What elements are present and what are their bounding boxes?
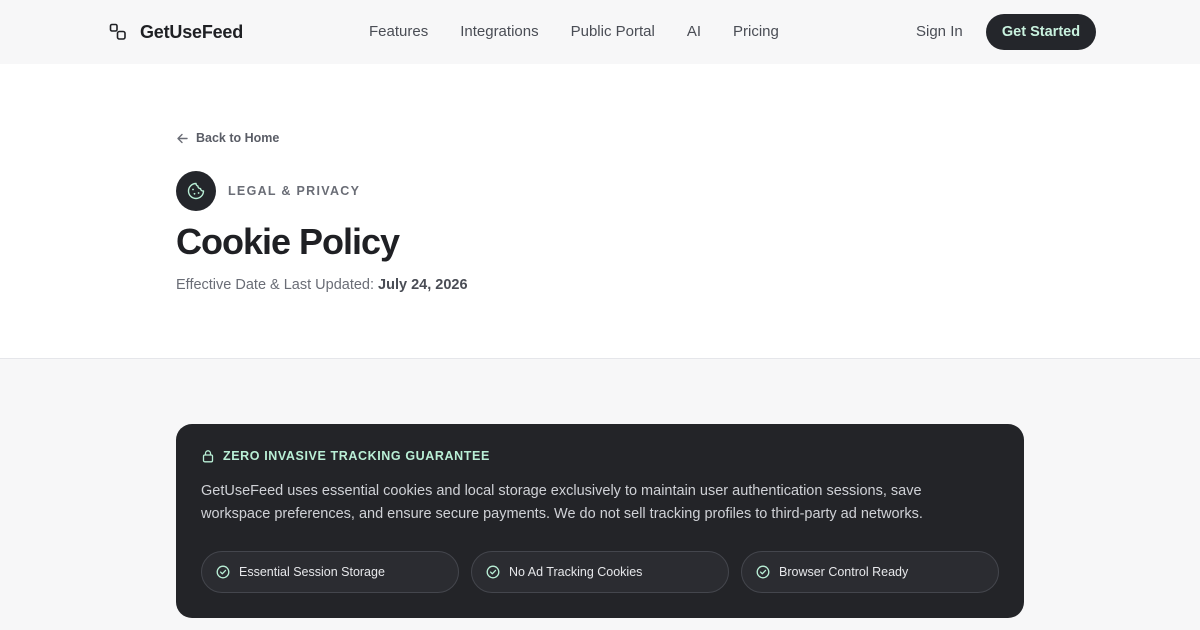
tracking-guarantee-card: ZERO INVASIVE TRACKING GUARANTEE GetUseF… <box>176 424 1024 618</box>
pill-label: Essential Session Storage <box>239 565 385 579</box>
eyebrow-text: LEGAL & PRIVACY <box>228 184 361 198</box>
card-label: ZERO INVASIVE TRACKING GUARANTEE <box>223 449 490 463</box>
check-circle-icon <box>756 565 770 579</box>
sign-in-link[interactable]: Sign In <box>916 22 963 42</box>
pill-browser-control-ready: Browser Control Ready <box>741 551 999 593</box>
section-eyebrow: LEGAL & PRIVACY <box>176 171 360 211</box>
lock-icon <box>202 450 214 463</box>
top-navbar: GetUseFeed Features Integrations Public … <box>0 0 1200 64</box>
main-nav: Features Integrations Public Portal AI P… <box>369 22 779 42</box>
back-to-home-link[interactable]: Back to Home <box>176 131 279 145</box>
pill-label: Browser Control Ready <box>779 565 909 579</box>
check-circle-icon <box>486 565 500 579</box>
page-header: Back to Home LEGAL & PRIVACY Cookie Poli… <box>0 64 1200 359</box>
brand-name: GetUseFeed <box>140 21 244 42</box>
pill-label: No Ad Tracking Cookies <box>509 565 643 579</box>
badge-circle <box>176 171 216 211</box>
effective-date-value: July 24, 2026 <box>378 277 468 293</box>
back-to-home-label: Back to Home <box>196 131 280 145</box>
feature-pills: Essential Session Storage No Ad Tracking… <box>201 551 999 593</box>
logo-squares-icon <box>109 23 126 40</box>
nav-link-public-portal[interactable]: Public Portal <box>571 22 655 42</box>
nav-link-ai[interactable]: AI <box>687 22 701 42</box>
get-started-button[interactable]: Get Started <box>986 14 1096 50</box>
pill-essential-session-storage: Essential Session Storage <box>201 551 459 593</box>
pill-no-ad-tracking: No Ad Tracking Cookies <box>471 551 729 593</box>
nav-link-integrations[interactable]: Integrations <box>460 22 538 42</box>
card-body-text: GetUseFeed uses essential cookies and lo… <box>201 483 923 522</box>
nav-link-pricing[interactable]: Pricing <box>733 22 779 42</box>
cookie-icon <box>187 182 205 200</box>
arrow-left-icon <box>177 133 188 143</box>
card-header: ZERO INVASIVE TRACKING GUARANTEE <box>201 449 490 463</box>
effective-date-prefix: Effective Date & Last Updated: <box>176 277 379 293</box>
effective-date: Effective Date & Last Updated: July 24, … <box>176 275 468 295</box>
check-circle-icon <box>216 565 230 579</box>
nav-link-features[interactable]: Features <box>369 22 428 42</box>
brand-link[interactable]: GetUseFeed <box>109 19 243 45</box>
page-title: Cookie Policy <box>176 221 400 262</box>
